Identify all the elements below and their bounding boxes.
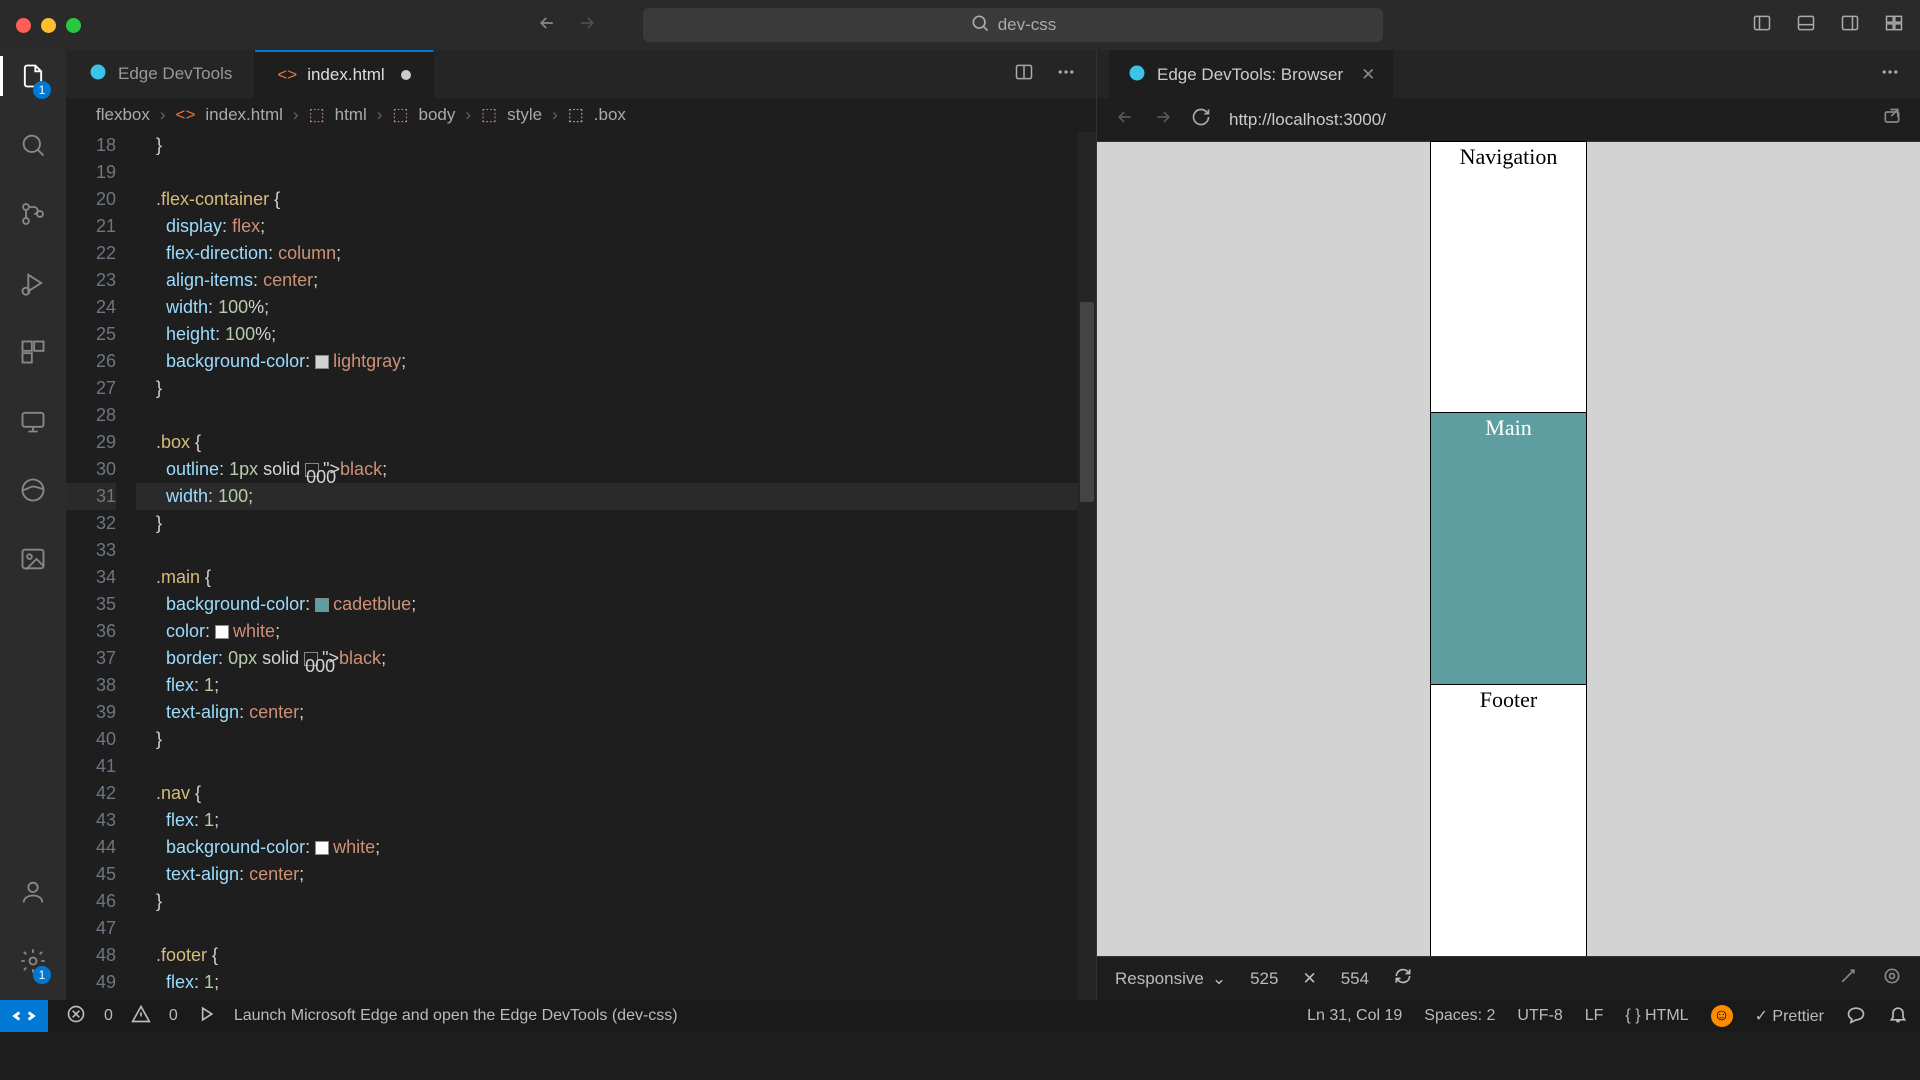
layout-bottom-icon[interactable] (1796, 13, 1816, 38)
viewport-height[interactable]: 554 (1341, 969, 1369, 989)
encoding[interactable]: UTF-8 (1517, 1007, 1562, 1025)
minimize-window[interactable] (41, 18, 56, 33)
search-panel-icon[interactable] (19, 131, 47, 164)
crumb[interactable]: .box (594, 105, 626, 125)
crumb[interactable]: style (507, 105, 542, 125)
line-gutter: 1819202122232425262728293031323334353637… (66, 132, 136, 1000)
source-control-icon[interactable] (19, 200, 47, 233)
tab-edge-devtools[interactable]: Edge DevTools (66, 50, 255, 98)
more-actions-icon[interactable] (1880, 67, 1900, 86)
tab-label: index.html (307, 65, 384, 85)
history-nav (537, 13, 597, 38)
window-controls (16, 18, 81, 33)
minimap[interactable] (1078, 132, 1096, 1000)
code-editor[interactable]: 1819202122232425262728293031323334353637… (66, 132, 1096, 1000)
explorer-icon[interactable]: 1 (19, 62, 47, 95)
warning-icon[interactable] (131, 1004, 151, 1029)
settings-icon[interactable]: 1 (19, 947, 47, 980)
eol[interactable]: LF (1585, 1007, 1604, 1025)
dirty-indicator (401, 70, 411, 80)
image-icon[interactable] (19, 545, 47, 578)
edge-tab-icon (1127, 63, 1147, 88)
target-icon[interactable] (1882, 966, 1902, 991)
account-icon[interactable] (19, 878, 47, 911)
debug-launch-icon[interactable] (196, 1004, 216, 1029)
language-mode[interactable]: { } HTML (1625, 1007, 1688, 1025)
remote-icon[interactable] (19, 407, 47, 440)
activity-bar: 1 1 (0, 50, 66, 1000)
preview-footer: Footer (1431, 685, 1586, 956)
browser-tabs: Edge DevTools: Browser ✕ (1097, 50, 1920, 98)
back-icon[interactable] (537, 13, 557, 38)
code-content[interactable]: } .flex-container { display: flex; flex-… (136, 132, 1096, 1000)
more-actions-icon[interactable] (1056, 62, 1076, 87)
editor-tabs: Edge DevTools <> index.html (66, 50, 1096, 98)
scrollbar-thumb[interactable] (1080, 302, 1094, 502)
maximize-window[interactable] (66, 18, 81, 33)
viewport-width[interactable]: 525 (1250, 969, 1278, 989)
device-label: Responsive (1115, 969, 1204, 989)
status-bar: 0 0 Launch Microsoft Edge and open the E… (0, 1000, 1920, 1032)
settings-badge: 1 (33, 966, 51, 984)
bell-icon[interactable] (1888, 1004, 1908, 1029)
layout-right-icon[interactable] (1840, 13, 1860, 38)
browser-tab-label: Edge DevTools: Browser (1157, 65, 1343, 85)
reload-icon[interactable] (1191, 107, 1211, 132)
wand-icon[interactable] (1838, 966, 1858, 991)
devtools-browser-panel: Edge DevTools: Browser ✕ Navigation Main… (1096, 50, 1920, 1000)
indent-setting[interactable]: Spaces: 2 (1424, 1007, 1495, 1025)
device-toolbar: Responsive ⌄ 525 ✕ 554 (1097, 956, 1920, 1000)
edge-icon[interactable] (19, 476, 47, 509)
page-preview: Navigation Main Footer (1097, 142, 1920, 956)
titlebar: dev-css (0, 0, 1920, 50)
cursor-position[interactable]: Ln 31, Col 19 (1307, 1007, 1402, 1025)
close-tab-icon[interactable]: ✕ (1361, 65, 1375, 85)
feedback-icon[interactable] (1846, 1004, 1866, 1029)
url-input[interactable] (1229, 110, 1864, 130)
tab-label: Edge DevTools (118, 64, 232, 84)
tab-index-html[interactable]: <> index.html (255, 50, 433, 98)
command-search[interactable]: dev-css (643, 8, 1383, 42)
warning-count: 0 (169, 1007, 178, 1025)
layout-grid-icon[interactable] (1884, 13, 1904, 38)
dimension-x: ✕ (1302, 969, 1316, 989)
run-debug-icon[interactable] (19, 269, 47, 302)
rotate-icon[interactable] (1393, 966, 1413, 991)
layout-left-icon[interactable] (1752, 13, 1772, 38)
prettier-status[interactable]: ✓ Prettier (1755, 1006, 1824, 1026)
crumb[interactable]: html (335, 105, 367, 125)
remote-indicator[interactable] (0, 1000, 48, 1032)
forward-icon[interactable] (577, 13, 597, 38)
split-editor-icon[interactable] (1014, 62, 1034, 87)
address-bar (1097, 98, 1920, 142)
preview-main: Main (1431, 413, 1586, 684)
close-window[interactable] (16, 18, 31, 33)
error-icon[interactable] (66, 1004, 86, 1029)
search-text: dev-css (998, 15, 1057, 35)
editor-panel: Edge DevTools <> index.html flexbox› <>i… (66, 50, 1096, 1000)
crumb[interactable]: index.html (205, 105, 282, 125)
error-count: 0 (104, 1007, 113, 1025)
crumb[interactable]: flexbox (96, 105, 150, 125)
device-select[interactable]: Responsive ⌄ (1115, 969, 1226, 989)
breadcrumb[interactable]: flexbox› <>index.html› ⬚html› ⬚body› ⬚st… (66, 98, 1096, 132)
preview-nav: Navigation (1431, 142, 1586, 413)
browser-back-icon[interactable] (1115, 107, 1135, 132)
copilot-icon[interactable]: ☺ (1711, 1005, 1733, 1027)
browser-forward-icon[interactable] (1153, 107, 1173, 132)
chevron-down-icon: ⌄ (1212, 969, 1226, 989)
search-icon (970, 13, 990, 38)
crumb[interactable]: body (418, 105, 455, 125)
open-external-icon[interactable] (1882, 107, 1902, 132)
launch-message[interactable]: Launch Microsoft Edge and open the Edge … (234, 1007, 678, 1025)
html-file-icon: <> (277, 65, 297, 85)
explorer-badge: 1 (33, 81, 51, 99)
extensions-icon[interactable] (19, 338, 47, 371)
browser-tab[interactable]: Edge DevTools: Browser ✕ (1109, 50, 1393, 98)
edge-tab-icon (88, 62, 108, 87)
